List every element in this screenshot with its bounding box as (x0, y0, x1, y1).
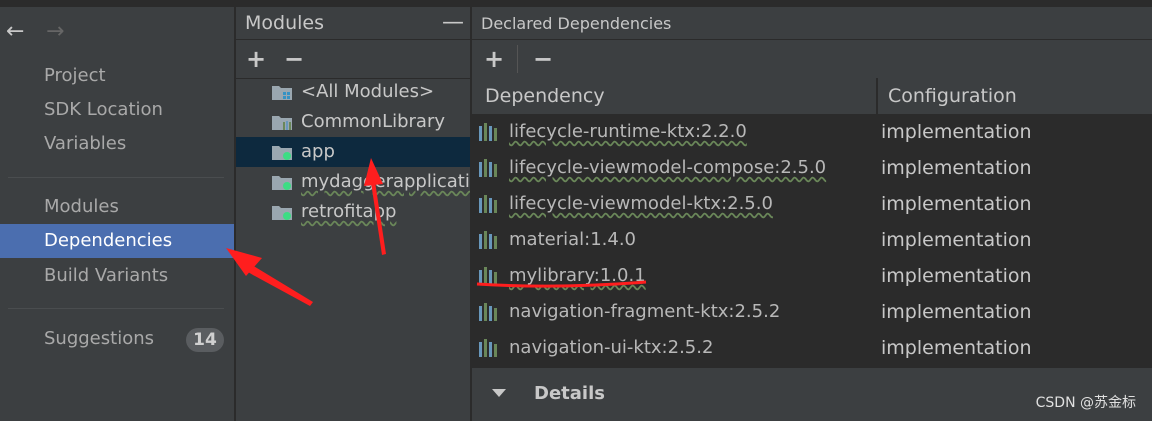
column-header-configuration[interactable]: Configuration (878, 78, 1152, 114)
watermark: CSDN @苏金标 (1035, 395, 1136, 411)
nav-item-sdk-location[interactable]: SDK Location (0, 93, 234, 127)
library-icon (479, 195, 497, 213)
table-row[interactable]: material:1.4.0 implementation (472, 222, 1152, 258)
remove-dependency-button[interactable]: − (533, 47, 553, 71)
dependency-name: navigation-fragment-ktx:2.5.2 (509, 301, 781, 322)
modules-title: Modules (245, 12, 324, 34)
library-icon (479, 159, 497, 177)
add-dependency-button[interactable]: + (484, 47, 504, 71)
dependency-name: lifecycle-runtime-ktx:2.2.0 (509, 121, 747, 142)
module-item-app[interactable]: app (236, 137, 470, 167)
library-icon (479, 339, 497, 357)
all-modules-icon (272, 86, 292, 100)
collapse-icon[interactable]: — (442, 7, 464, 39)
table-row[interactable]: lifecycle-runtime-ktx:2.2.0 implementati… (472, 114, 1152, 150)
nav-item-label: Build Variants (44, 265, 169, 286)
dependency-name: mylibrary:1.0.1 (509, 265, 646, 286)
dependency-name: material:1.4.0 (509, 229, 636, 250)
library-icon (479, 267, 497, 285)
module-label: <All Modules> (301, 81, 435, 102)
toolbar-divider (517, 45, 518, 73)
modules-pane: Modules — + − <All Modules> CommonLibrar… (236, 7, 470, 421)
nav-item-label: Project (44, 65, 106, 86)
module-label: retrofitapp (301, 201, 397, 222)
table-row[interactable]: lifecycle-viewmodel-ktx:2.5.0 implementa… (472, 186, 1152, 222)
dependency-configuration: implementation (881, 229, 1032, 251)
dependency-configuration: implementation (881, 121, 1032, 143)
dependencies-title: Declared Dependencies (472, 7, 1152, 39)
nav-item-suggestions[interactable]: Suggestions 14 (0, 322, 234, 356)
library-module-icon (272, 116, 292, 130)
dependency-name: lifecycle-viewmodel-compose:2.5.0 (509, 157, 827, 178)
expand-triangle-icon[interactable] (492, 389, 506, 397)
details-label: Details (534, 383, 605, 404)
dependency-name: navigation-ui-ktx:2.5.2 (509, 337, 714, 358)
divider (236, 39, 470, 40)
library-icon (479, 123, 497, 141)
app-module-icon (272, 146, 292, 160)
divider (472, 39, 1152, 40)
remove-module-button[interactable]: − (284, 47, 304, 71)
modules-header: Modules — (236, 7, 470, 39)
nav-item-label: Variables (44, 133, 127, 154)
nav-item-label: Suggestions (44, 328, 154, 349)
app-module-icon (272, 206, 292, 220)
table-row[interactable]: lifecycle-viewmodel-compose:2.5.0 implem… (472, 150, 1152, 186)
module-label: CommonLibrary (301, 111, 446, 132)
nav-item-dependencies[interactable]: Dependencies (0, 224, 234, 258)
module-item-all[interactable]: <All Modules> (236, 77, 470, 107)
add-module-button[interactable]: + (246, 47, 266, 71)
dependency-configuration: implementation (881, 157, 1032, 179)
settings-nav: ← → Project SDK Location Variables Modul… (0, 7, 234, 421)
forward-arrow-icon[interactable]: → (46, 21, 64, 43)
nav-item-project[interactable]: Project (0, 59, 234, 93)
nav-item-variables[interactable]: Variables (0, 127, 234, 161)
nav-divider (8, 308, 224, 309)
dependency-name: lifecycle-viewmodel-ktx:2.5.0 (509, 193, 773, 214)
nav-item-label: SDK Location (44, 99, 163, 120)
nav-item-build-variants[interactable]: Build Variants (0, 259, 234, 293)
dependency-configuration: implementation (881, 301, 1032, 323)
module-label: app (301, 141, 335, 162)
table-row[interactable]: navigation-ui-ktx:2.5.2 implementation (472, 330, 1152, 366)
module-item-commonlibrary[interactable]: CommonLibrary (236, 107, 470, 137)
table-row[interactable]: navigation-fragment-ktx:2.5.2 implementa… (472, 294, 1152, 330)
nav-item-label: Modules (44, 196, 119, 217)
library-icon (479, 231, 497, 249)
back-arrow-icon[interactable]: ← (6, 21, 24, 43)
table-row[interactable]: mylibrary:1.0.1 implementation (472, 258, 1152, 294)
title-bar-strip (0, 0, 1152, 7)
nav-item-label: Dependencies (44, 230, 173, 251)
dependency-configuration: implementation (881, 265, 1032, 287)
app-module-icon (272, 176, 292, 190)
column-header-dependency[interactable]: Dependency (472, 78, 876, 114)
dependencies-table: Dependency Configuration lifecycle-runti… (472, 78, 1152, 368)
module-label: mydaggerapplication (301, 171, 470, 192)
nav-item-modules[interactable]: Modules (0, 190, 234, 224)
module-item-retrofitapp[interactable]: retrofitapp (236, 197, 470, 227)
library-icon (479, 303, 497, 321)
dependency-configuration: implementation (881, 337, 1032, 359)
nav-divider (8, 177, 224, 178)
suggestions-count-badge: 14 (186, 328, 224, 352)
module-item-mydaggerapplication[interactable]: mydaggerapplication (236, 167, 470, 197)
dependency-configuration: implementation (881, 193, 1032, 215)
declared-dependencies-pane: Declared Dependencies + − Dependency Con… (472, 7, 1152, 421)
